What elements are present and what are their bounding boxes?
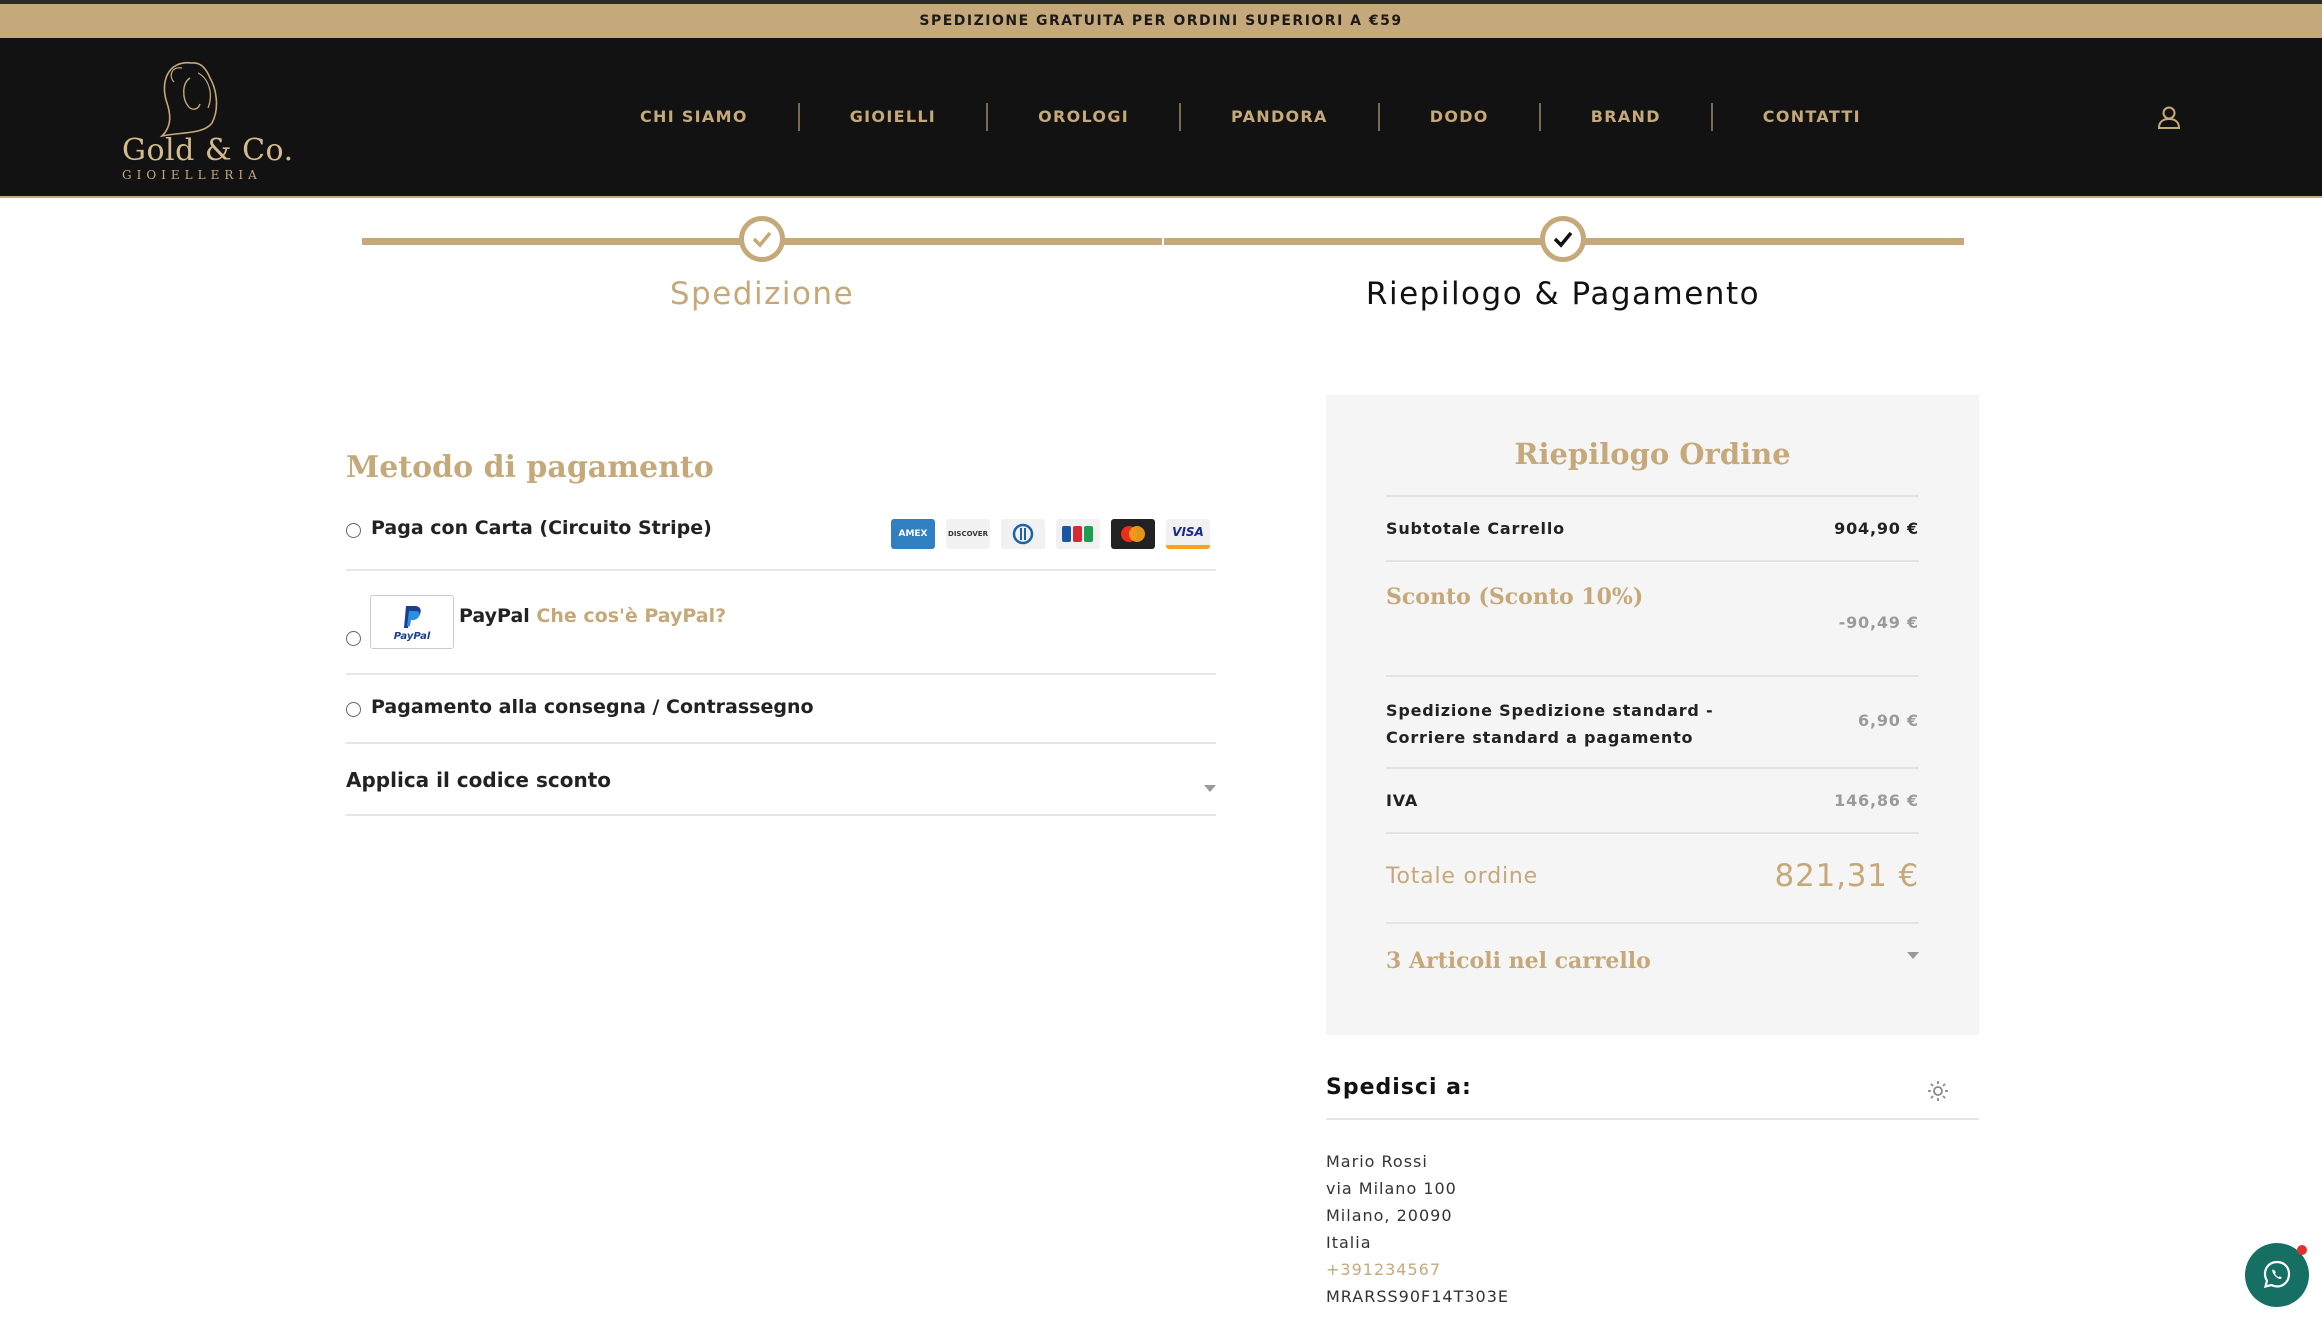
nav-item-orologi[interactable]: OROLOGI — [988, 103, 1182, 131]
discover-label: DISCOVER — [948, 530, 988, 538]
ship-to-section: Spedisci a: Mario Rossi via Milano 100 M… — [1326, 1075, 1979, 1310]
amex-icon: AMEX — [891, 519, 935, 549]
nav-item-chi-siamo[interactable]: CHI SIAMO — [590, 103, 800, 131]
step-2-check-icon — [1540, 216, 1586, 262]
radio-card[interactable] — [346, 523, 361, 538]
radio-paypal[interactable] — [346, 631, 361, 646]
site-header: Gold & Co. GIOIELLERIA CHI SIAMO GIOIELL… — [0, 38, 2322, 198]
promo-text: SPEDIZIONE GRATUITA PER ORDINI SUPERIORI… — [919, 13, 1403, 29]
payment-option-card-label: Paga con Carta (Circuito Stripe) — [371, 517, 712, 539]
promo-banner: SPEDIZIONE GRATUITA PER ORDINI SUPERIORI… — [0, 0, 2322, 38]
payment-option-cod[interactable]: Pagamento alla consegna / Contrassegno — [346, 675, 1216, 744]
nav-item-brand[interactable]: BRAND — [1541, 103, 1713, 131]
radio-cod[interactable] — [346, 702, 361, 717]
gear-icon[interactable] — [1927, 1080, 1949, 1102]
step-label-spedizione[interactable]: Spedizione — [670, 276, 854, 312]
subtotal-row: Subtotale Carrello 904,90 € — [1386, 495, 1919, 560]
visa-icon: VISA — [1166, 519, 1210, 549]
subtotal-value: 904,90 € — [1834, 519, 1919, 538]
what-is-paypal-link[interactable]: Che cos'è PayPal? — [536, 605, 726, 627]
address-phone-link[interactable]: +391234567 — [1326, 1256, 1979, 1283]
total-label: Totale ordine — [1386, 864, 1538, 889]
mastercard-icon — [1111, 519, 1155, 549]
logo-text[interactable]: Gold & Co. — [122, 133, 294, 168]
discover-icon: DISCOVER — [946, 519, 990, 549]
paypal-logo: PayPal — [370, 595, 454, 649]
shipping-address: Mario Rossi via Milano 100 Milano, 20090… — [1326, 1148, 1979, 1310]
order-summary-panel: Riepilogo Ordine Subtotale Carrello 904,… — [1326, 395, 1979, 1035]
discount-label: Sconto (Sconto 10%) — [1386, 584, 1644, 610]
paypal-label-wrap: PayPal Che cos'è PayPal? — [459, 605, 726, 627]
address-tax-code: MRARSS90F14T303E — [1326, 1287, 1509, 1306]
apply-discount-toggle[interactable]: Applica il codice sconto — [346, 744, 1216, 816]
nav-item-gioielli[interactable]: GIOIELLI — [800, 103, 989, 131]
nav-item-dodo[interactable]: DODO — [1380, 103, 1541, 131]
shipping-row: Spedizione Spedizione standard - Corrier… — [1386, 675, 1919, 767]
subtotal-label: Subtotale Carrello — [1386, 519, 1565, 538]
discount-row: Sconto (Sconto 10%) -90,49 € — [1386, 560, 1919, 675]
address-city: Milano, 20090 — [1326, 1206, 1453, 1225]
payment-option-card[interactable]: Paga con Carta (Circuito Stripe) AMEX DI… — [346, 515, 1216, 571]
logo-subtitle: GIOIELLERIA — [122, 168, 262, 182]
cart-items-toggle[interactable]: 3 Articoli nel carrello — [1386, 922, 1919, 1002]
jcb-icon — [1056, 519, 1100, 549]
paypal-label: PayPal — [459, 605, 530, 627]
paypal-icon — [404, 605, 421, 628]
whatsapp-chat-button[interactable] — [2245, 1243, 2309, 1307]
total-row: Totale ordine 821,31 € — [1386, 832, 1919, 922]
payment-method-section: Metodo di pagamento Paga con Carta (Circ… — [346, 450, 1216, 816]
payment-option-paypal[interactable]: PayPal PayPal Che cos'è PayPal? — [346, 571, 1216, 675]
notification-badge — [2297, 1245, 2307, 1255]
nav-item-contatti[interactable]: CONTATTI — [1713, 103, 1911, 131]
diners-icon — [1001, 519, 1045, 549]
shipping-value: 6,90 € — [1858, 711, 1919, 730]
chevron-down-icon[interactable] — [1204, 785, 1216, 792]
vat-row: IVA 146,86 € — [1386, 767, 1919, 832]
main-nav: CHI SIAMO GIOIELLI OROLOGI PANDORA DODO … — [590, 38, 1911, 196]
nav-item-pandora[interactable]: PANDORA — [1181, 103, 1380, 131]
shipping-label: Spedizione Spedizione standard - Corrier… — [1386, 701, 1714, 747]
order-summary-title: Riepilogo Ordine — [1514, 437, 1791, 471]
apply-discount-label: Applica il codice sconto — [346, 768, 611, 792]
address-street: via Milano 100 — [1326, 1179, 1457, 1198]
vat-value: 146,86 € — [1834, 791, 1919, 810]
vat-label: IVA — [1386, 791, 1419, 810]
total-value: 821,31 € — [1774, 858, 1919, 894]
address-name: Mario Rossi — [1326, 1152, 1428, 1171]
step-label-riepilogo: Riepilogo & Pagamento — [1365, 276, 1761, 312]
step-1-check-icon — [739, 216, 785, 262]
address-country: Italia — [1326, 1233, 1372, 1252]
whatsapp-icon — [2263, 1260, 2291, 1289]
payment-option-cod-label: Pagamento alla consegna / Contrassegno — [371, 696, 814, 718]
payment-method-title: Metodo di pagamento — [346, 450, 714, 485]
user-account-icon[interactable] — [2156, 104, 2182, 130]
ship-to-title: Spedisci a: — [1326, 1075, 1979, 1120]
cart-items-label: 3 Articoli nel carrello — [1386, 948, 1651, 974]
card-logos: AMEX DISCOVER VISA — [891, 519, 1210, 549]
paypal-logo-text: PayPal — [393, 630, 431, 642]
chevron-down-icon[interactable] — [1907, 952, 1919, 959]
discount-value: -90,49 € — [1838, 613, 1919, 632]
checkout-progress: Spedizione Riepilogo & Pagamento — [360, 210, 1965, 340]
